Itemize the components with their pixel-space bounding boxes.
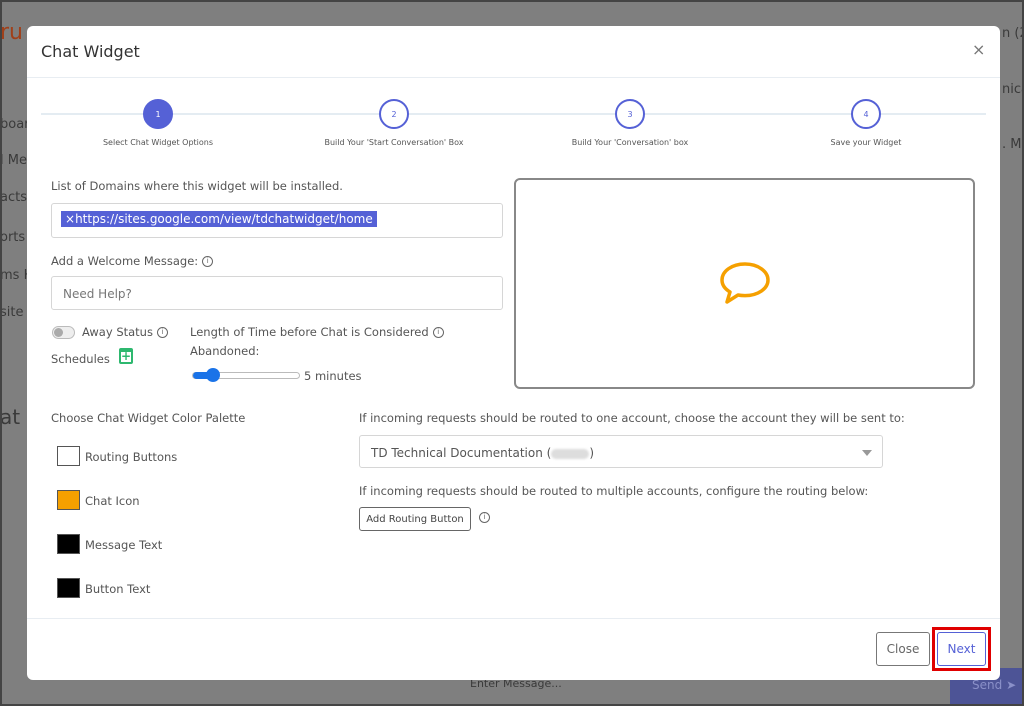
step-2-label: Build Your 'Start Conversation' Box — [324, 138, 464, 147]
step-3[interactable]: 3 — [615, 99, 645, 129]
account-select[interactable]: TD Technical Documentation () — [359, 435, 883, 468]
chat-bubble-icon[interactable] — [718, 260, 772, 306]
add-schedule-icon[interactable]: + — [119, 348, 133, 364]
chat-icon-label: Chat Icon — [85, 494, 140, 508]
stepper-line — [41, 113, 986, 115]
footer-divider — [27, 618, 1000, 619]
abandon-value: 5 minutes — [304, 369, 362, 383]
welcome-placeholder: Need Help? — [63, 287, 132, 301]
button-text-label: Button Text — [85, 582, 151, 596]
step-3-label: Build Your 'Conversation' box — [571, 138, 689, 147]
abandon-slider[interactable] — [192, 368, 300, 382]
single-routing-label: If incoming requests should be routed to… — [359, 411, 905, 425]
welcome-label: Add a Welcome Message: i — [51, 254, 214, 268]
button-text-swatch[interactable] — [57, 578, 80, 598]
add-routing-button[interactable]: Add Routing Button — [359, 507, 471, 531]
away-status-label: Away Status i — [82, 325, 168, 339]
selected-account: TD Technical Documentation () — [371, 446, 594, 460]
step-2[interactable]: 2 — [379, 99, 409, 129]
close-icon[interactable]: × — [972, 40, 985, 59]
domain-chip: ×https://sites.google.com/view/tdchatwid… — [61, 211, 377, 227]
chevron-down-icon — [862, 450, 872, 461]
step-4[interactable]: 4 — [851, 99, 881, 129]
sidebar-item[interactable]: acts — [0, 190, 27, 205]
step-1[interactable]: 1 — [143, 99, 173, 129]
multi-routing-label: If incoming requests should be routed to… — [359, 484, 869, 498]
abandon-label: Length of Time before Chat is Considered… — [190, 325, 444, 339]
modal-title: Chat Widget — [41, 42, 140, 61]
domains-input[interactable]: ×https://sites.google.com/view/tdchatwid… — [51, 203, 503, 238]
message-text-label: Message Text — [85, 538, 163, 552]
background-text: . Me — [1002, 137, 1024, 152]
domain-chip-text: https://sites.google.com/view/tdchatwidg… — [75, 212, 373, 226]
close-button[interactable]: Close — [876, 632, 930, 666]
background-text: nicat — [1002, 82, 1024, 97]
abandon-label-2: Abandoned: — [190, 344, 260, 358]
step-4-label: Save your Widget — [830, 138, 902, 147]
sidebar-item[interactable]: orts — [0, 230, 25, 245]
schedules-label: Schedules — [51, 352, 110, 366]
welcome-message-input[interactable]: Need Help? — [51, 276, 503, 310]
chat-widget-modal: Chat Widget × 1 2 3 4 Select Chat Widget… — [27, 26, 1000, 680]
info-icon[interactable]: i — [479, 512, 490, 523]
widget-preview — [514, 178, 975, 389]
routing-buttons-swatch[interactable] — [57, 446, 80, 466]
routing-buttons-label: Routing Buttons — [85, 450, 178, 464]
step-1-label: Select Chat Widget Options — [102, 138, 214, 147]
next-button[interactable]: Next — [937, 632, 986, 666]
user-name-fragment: n (2 — [1002, 26, 1024, 41]
slider-thumb[interactable] — [205, 368, 220, 382]
header-divider — [27, 77, 1000, 78]
chat-icon-swatch[interactable] — [57, 490, 80, 510]
remove-chip-icon[interactable]: × — [65, 212, 75, 226]
message-text-swatch[interactable] — [57, 534, 80, 554]
info-icon[interactable]: i — [202, 256, 214, 267]
away-status-toggle[interactable] — [52, 326, 75, 339]
send-icon: ➤ — [1006, 678, 1017, 692]
info-icon[interactable]: i — [432, 327, 444, 338]
palette-label: Choose Chat Widget Color Palette — [51, 411, 246, 425]
logo-fragment: ru — [0, 20, 23, 45]
info-icon[interactable]: i — [156, 327, 168, 338]
domains-label: List of Domains where this widget will b… — [51, 179, 343, 193]
